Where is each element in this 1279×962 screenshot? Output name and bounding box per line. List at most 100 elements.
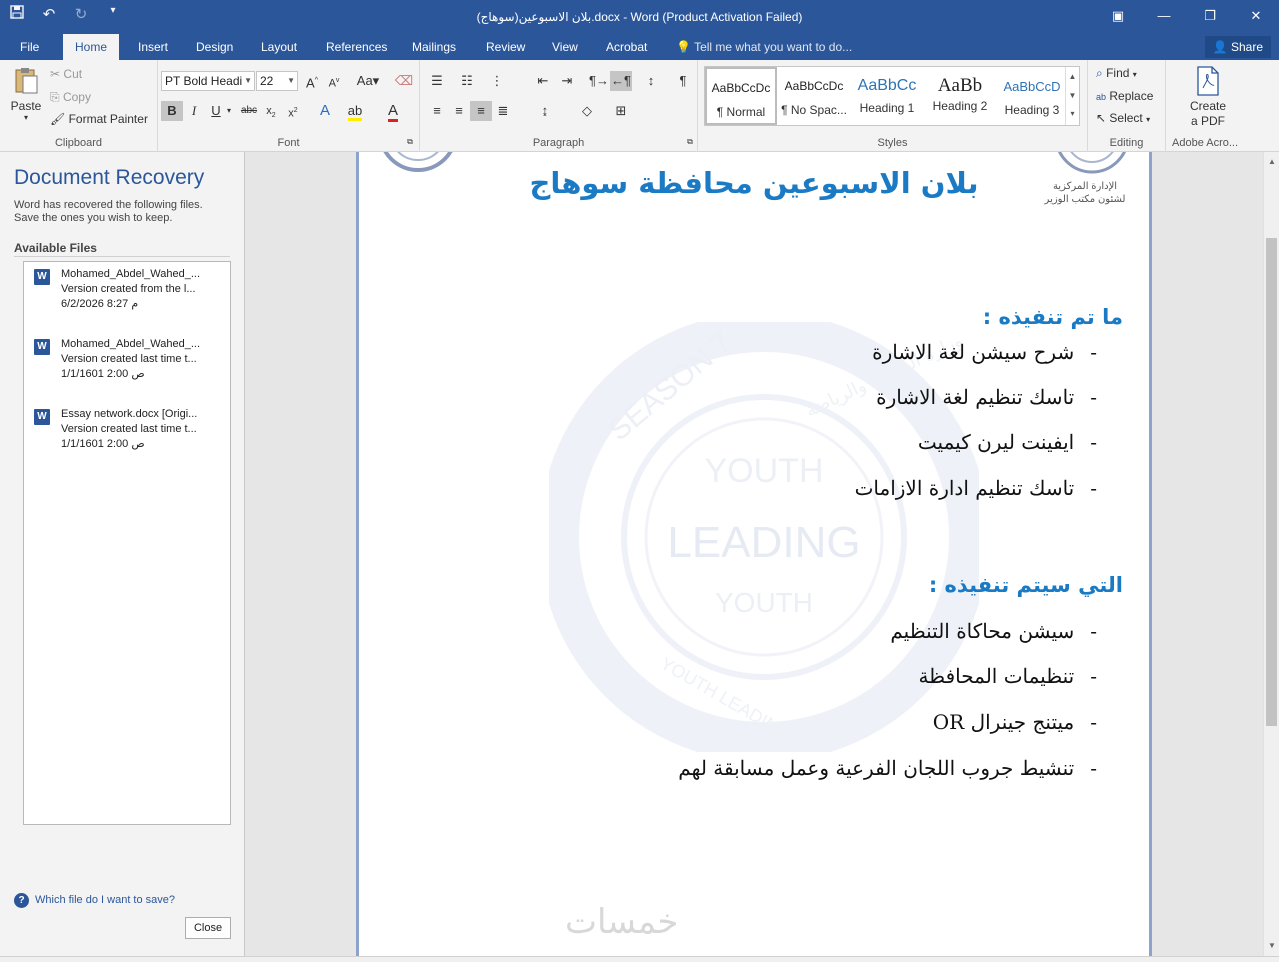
- highlight-color-icon[interactable]: ab: [344, 101, 366, 121]
- style-heading-1[interactable]: AaBbCc Heading 1: [851, 67, 923, 125]
- list-item-text: ايفينت ليرن كيميت: [917, 430, 1075, 454]
- recovered-file-item[interactable]: W Essay network.docx [Origi... Version c…: [24, 404, 230, 464]
- cut-button[interactable]: ✂ Cut: [50, 67, 82, 81]
- replace-icon: ab: [1096, 92, 1107, 102]
- style-heading-2[interactable]: AaBb Heading 2: [924, 67, 996, 125]
- decrease-indent-icon[interactable]: ⇤: [532, 71, 554, 91]
- clipboard-group: Paste ▾ ✂ Cut ⎘ Copy 🖌 Format Painter Cl…: [0, 60, 158, 152]
- tab-insert[interactable]: Insert: [126, 34, 180, 60]
- align-center-icon[interactable]: ≡: [448, 101, 470, 121]
- justify-icon[interactable]: ≣: [492, 101, 514, 121]
- copy-button[interactable]: ⎘ Copy: [50, 90, 91, 105]
- clear-formatting-icon[interactable]: ⌫: [393, 71, 415, 91]
- style-normal[interactable]: AaBbCcDc ¶ Normal: [705, 67, 777, 125]
- scroll-thumb[interactable]: [1266, 238, 1277, 726]
- minimize-button[interactable]: —: [1141, 0, 1187, 32]
- tell-me-search[interactable]: 💡 Tell me what you want to do...: [676, 34, 852, 60]
- recovered-file-item[interactable]: W Mohamed_Abdel_Wahed_... Version create…: [24, 334, 230, 394]
- tab-review[interactable]: Review: [474, 34, 537, 60]
- chevron-up-icon[interactable]: ▲: [1066, 67, 1079, 86]
- line-spacing-icon[interactable]: ↨: [534, 101, 556, 121]
- paragraph-dialog-launcher-icon[interactable]: ⧉: [684, 136, 696, 148]
- align-right-icon[interactable]: ≡: [470, 101, 492, 121]
- show-formatting-marks-icon[interactable]: ¶: [672, 71, 694, 91]
- tab-references[interactable]: References: [314, 34, 399, 60]
- document-canvas[interactable]: YOUTH LEADING YOUTH SEASON 7 YOUTH LEADI…: [246, 152, 1263, 956]
- vertical-scrollbar[interactable]: ▲ ▼: [1263, 152, 1279, 956]
- restore-button[interactable]: ❐: [1187, 0, 1233, 32]
- tab-view[interactable]: View: [540, 34, 590, 60]
- font-size-select[interactable]: 22 ▼: [256, 71, 298, 91]
- file-name: Mohamed_Abdel_Wahed_...: [61, 338, 201, 350]
- style-heading-3[interactable]: AaBbCcD Heading 3: [997, 67, 1067, 125]
- recovery-title: Document Recovery: [14, 166, 205, 189]
- share-button[interactable]: 👤 Share: [1204, 36, 1271, 58]
- subscript-button[interactable]: x2: [260, 101, 282, 121]
- paste-button[interactable]: Paste ▾: [8, 66, 44, 138]
- tab-mailings[interactable]: Mailings: [400, 34, 468, 60]
- replace-button[interactable]: ab Replace: [1096, 89, 1153, 103]
- help-link[interactable]: ? Which file do I want to save?: [14, 893, 175, 908]
- style-preview: AaBbCc: [857, 77, 917, 94]
- multilevel-list-icon[interactable]: ⋮: [486, 71, 508, 91]
- find-button[interactable]: ⌕ Find ▾: [1096, 66, 1137, 81]
- close-window-button[interactable]: ✕: [1233, 0, 1279, 32]
- bold-button[interactable]: B: [161, 101, 183, 121]
- scroll-down-icon[interactable]: ▼: [1264, 938, 1279, 954]
- bullet-dash: -: [1090, 756, 1097, 780]
- recovered-file-item[interactable]: W Mohamed_Abdel_Wahed_... Version create…: [24, 264, 230, 324]
- numbering-icon[interactable]: ☷: [456, 71, 478, 91]
- superscript-button[interactable]: x2: [282, 101, 304, 121]
- paste-dropdown-icon[interactable]: ▾: [8, 113, 44, 122]
- select-label: Select: [1109, 111, 1143, 125]
- tab-file[interactable]: File: [8, 34, 51, 60]
- italic-button[interactable]: I: [183, 101, 205, 121]
- file-name: Mohamed_Abdel_Wahed_...: [61, 268, 201, 280]
- close-recovery-button[interactable]: Close: [185, 917, 231, 939]
- tab-design[interactable]: Design: [184, 34, 245, 60]
- styles-gallery-scroll[interactable]: ▲ ▼ ▾: [1065, 67, 1079, 125]
- style-name: Heading 1: [859, 101, 915, 115]
- bullets-icon[interactable]: ☰: [426, 71, 448, 91]
- tab-home[interactable]: Home: [63, 34, 120, 60]
- align-left-icon[interactable]: ≡: [426, 101, 448, 121]
- sort-icon[interactable]: ↕: [640, 71, 662, 91]
- styles-gallery: AaBbCcDc ¶ Normal AaBbCcDc ¶ No Spac... …: [704, 66, 1080, 126]
- font-size-value: 22: [260, 74, 274, 88]
- tab-layout[interactable]: Layout: [249, 34, 309, 60]
- chevron-down-icon[interactable]: ▼: [1066, 86, 1079, 105]
- list-item-text: شرح سيشن لغة الاشارة: [872, 340, 1075, 364]
- shrink-font-button[interactable]: Av: [323, 71, 345, 91]
- change-case-button[interactable]: Aa▾: [353, 71, 383, 91]
- ltr-direction-icon[interactable]: ¶→: [588, 71, 610, 91]
- list-item-text: تاسك تنظيم ادارة الازامات: [854, 476, 1075, 500]
- borders-icon[interactable]: ⊞: [610, 101, 632, 121]
- tab-acrobat[interactable]: Acrobat: [594, 34, 659, 60]
- font-family-select[interactable]: PT Bold Headi ▼: [161, 71, 255, 91]
- find-label: Find: [1106, 66, 1130, 80]
- scroll-up-icon[interactable]: ▲: [1264, 154, 1279, 170]
- style-no-spacing[interactable]: AaBbCcDc ¶ No Spac...: [778, 67, 850, 125]
- format-painter-button[interactable]: 🖌 Format Painter: [50, 112, 148, 126]
- paragraph-group: ☰ ☷ ⋮ ⇤ ⇥ ¶→ ←¶ ↕ ¶ ≡ ≡ ≡ ≣ ↨ ◇ ⊞ Paragr…: [420, 60, 698, 152]
- more-styles-icon[interactable]: ▾: [1066, 105, 1079, 123]
- list-item: -تاسك تنظيم لغة الاشارة: [876, 385, 1097, 409]
- list-item: -سيشن محاكاة التنظيم: [890, 619, 1097, 643]
- person-icon: 👤: [1212, 40, 1228, 54]
- underline-dropdown-icon[interactable]: ▾: [224, 101, 234, 121]
- select-button[interactable]: ↖ Select ▾: [1096, 111, 1150, 125]
- font-dialog-launcher-icon[interactable]: ⧉: [404, 136, 416, 148]
- bullet-dash: -: [1090, 385, 1097, 409]
- increase-indent-icon[interactable]: ⇥: [556, 71, 578, 91]
- document-page[interactable]: YOUTH LEADING YOUTH SEASON 7 YOUTH LEADI…: [356, 152, 1152, 956]
- bullet-dash: -: [1090, 619, 1097, 643]
- list-item: -تاسك تنظيم ادارة الازامات: [855, 476, 1097, 500]
- font-color-icon[interactable]: A: [382, 101, 404, 122]
- text-effects-icon[interactable]: A: [314, 101, 336, 121]
- strikethrough-button[interactable]: abc: [238, 101, 260, 121]
- create-pdf-button[interactable]: Create a PDF: [1176, 66, 1240, 128]
- shading-icon[interactable]: ◇: [576, 101, 598, 121]
- ribbon-display-options-button[interactable]: ▣: [1095, 0, 1141, 32]
- grow-font-button[interactable]: A^: [301, 71, 323, 91]
- rtl-direction-icon[interactable]: ←¶: [610, 71, 632, 91]
